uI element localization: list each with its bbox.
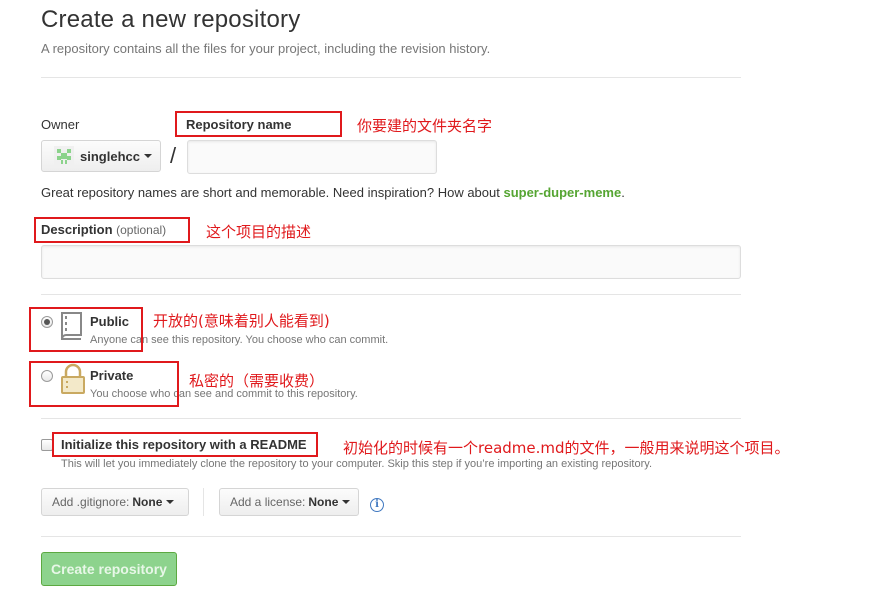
page-title: Create a new repository	[41, 6, 301, 33]
annotation-box-description	[34, 217, 190, 243]
license-label: Add a license:	[230, 495, 306, 509]
repo-name-input[interactable]	[187, 140, 437, 174]
annotation-box-readme	[52, 432, 318, 457]
annotation-public: 开放的(意味着别人能看到)	[153, 312, 330, 330]
gitignore-label: Add .gitignore:	[52, 495, 130, 509]
annotation-description: 这个项目的描述	[206, 223, 312, 241]
license-value: None	[308, 495, 339, 509]
readme-description: This will let you immediately clone the …	[61, 458, 652, 470]
divider	[41, 294, 741, 295]
create-repository-button[interactable]: Create repository	[41, 552, 177, 586]
chevron-down-icon	[342, 500, 351, 504]
page-subtitle: A repository contains all the files for …	[41, 41, 491, 56]
gitignore-value: None	[132, 495, 163, 509]
divider	[41, 418, 741, 419]
chevron-down-icon	[166, 500, 175, 504]
annotation-box-public	[29, 307, 143, 352]
annotation-private: 私密的（需要收费）	[189, 372, 325, 390]
divider	[41, 77, 741, 78]
identicon-icon	[54, 146, 74, 166]
gitignore-select[interactable]: Add .gitignore: None	[41, 488, 189, 516]
chevron-down-icon	[143, 154, 152, 158]
annotation-readme: 初始化的时候有一个readme.md的文件，一般用来说明这个项目。	[343, 439, 790, 457]
annotation-repo-name: 你要建的文件夹名字	[357, 117, 493, 135]
annotation-box-repo-name	[175, 111, 342, 137]
info-icon[interactable]: i	[370, 498, 384, 512]
owner-label: Owner	[41, 117, 80, 132]
owner-select[interactable]: singlehcc	[41, 140, 161, 172]
license-select[interactable]: Add a license: None	[219, 488, 359, 516]
description-input[interactable]	[41, 245, 741, 279]
hint-text: Great repository names are short and mem…	[41, 185, 504, 200]
divider	[41, 536, 741, 537]
repo-name-hint: Great repository names are short and mem…	[41, 185, 625, 200]
hint-suffix: .	[621, 185, 625, 200]
owner-repo-separator: /	[170, 143, 177, 168]
name-suggestion[interactable]: super-duper-meme	[503, 185, 621, 200]
owner-value: singlehcc	[80, 148, 140, 164]
divider	[203, 488, 204, 516]
annotation-box-private	[29, 361, 179, 407]
